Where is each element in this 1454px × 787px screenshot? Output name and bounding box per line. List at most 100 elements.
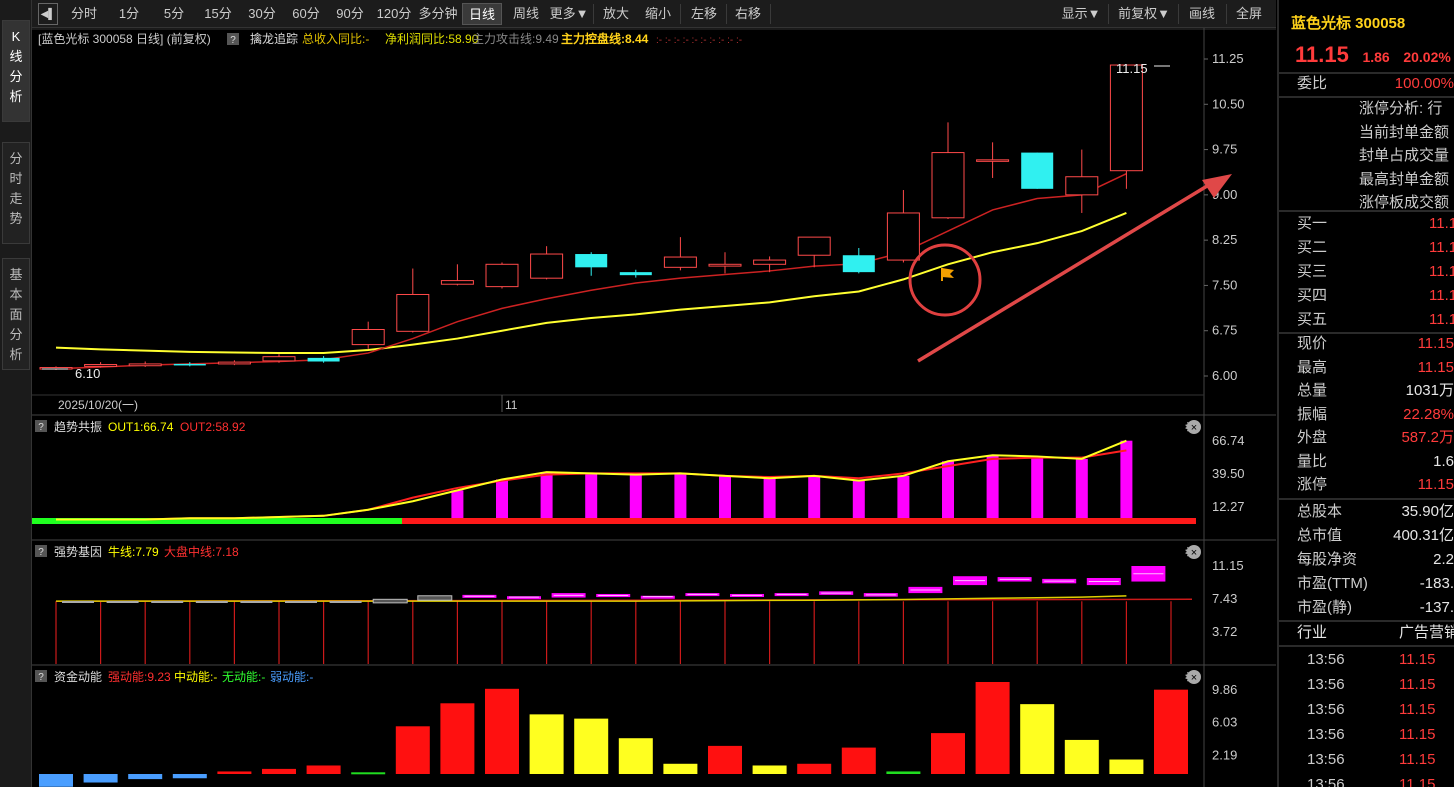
- period-30min-button[interactable]: 30分: [242, 3, 282, 25]
- tick-time: 13:56: [1307, 751, 1345, 768]
- candle-body-up: [396, 293, 430, 332]
- draw-line-button[interactable]: 画线: [1182, 3, 1222, 25]
- period-daily-button[interactable]: 日线: [462, 3, 502, 25]
- candle[interactable]: [307, 356, 340, 363]
- toolbar-divider: [680, 4, 681, 24]
- candle[interactable]: [440, 264, 474, 286]
- candle[interactable]: [708, 252, 742, 274]
- trend-bar: [451, 490, 464, 518]
- tab-kline-analysis[interactable]: K线分析: [2, 20, 30, 122]
- candle[interactable]: [976, 142, 1010, 178]
- candle[interactable]: [530, 246, 564, 280]
- zoom-in-button[interactable]: 放大: [596, 3, 636, 25]
- candle[interactable]: [128, 361, 162, 367]
- y-tick-label: 7.43: [1212, 591, 1237, 606]
- toolbar-divider: [770, 4, 771, 24]
- candle-body-up: [886, 212, 920, 261]
- candle[interactable]: [619, 269, 652, 278]
- bid-row[interactable]: 买三 11.13: [1279, 260, 1454, 284]
- tick-row: 13:56 11.15: [1279, 747, 1454, 772]
- period-more-dropdown[interactable]: 更多▼: [546, 3, 592, 25]
- y-tick-label: 11.25: [1212, 51, 1244, 66]
- bid-row[interactable]: 买五 11.11: [1279, 308, 1454, 332]
- industry-row[interactable]: 行业 广告营销: [1279, 621, 1454, 645]
- candle[interactable]: [396, 268, 430, 333]
- bid-row[interactable]: 买二 11.14: [1279, 236, 1454, 260]
- candle-body-up: [485, 263, 519, 288]
- industry-value: 广告营销: [1399, 624, 1454, 641]
- candle-body-up: [1065, 176, 1099, 196]
- close-icon-glyph: ×: [1191, 672, 1197, 684]
- close-icon-glyph: ×: [1191, 547, 1197, 559]
- candle[interactable]: [842, 247, 875, 274]
- fundamental-label: 市盈(静): [1297, 599, 1352, 616]
- tick-price: 11.15: [1399, 651, 1436, 668]
- period-90min-button[interactable]: 90分: [330, 3, 370, 25]
- tick-time: 13:56: [1307, 726, 1345, 743]
- momentum-bar: [395, 726, 430, 774]
- trend-bar: [808, 475, 821, 518]
- move-right-button[interactable]: 右移: [728, 3, 768, 25]
- trend-out2-label: OUT2:58.92: [180, 420, 246, 434]
- bid-row[interactable]: 买四 11.12: [1279, 284, 1454, 308]
- momentum-bar: [83, 774, 118, 783]
- candle[interactable]: [485, 262, 519, 289]
- candle[interactable]: [1021, 152, 1054, 189]
- candle[interactable]: [1109, 64, 1143, 189]
- candle[interactable]: [173, 362, 206, 367]
- tab-fundamental-analysis[interactable]: 基本面分析: [2, 258, 30, 370]
- bid-label: 买五: [1297, 311, 1328, 328]
- main-header-prefix: [蓝色光标 300058 日线] (前复权): [38, 31, 211, 46]
- fund-medium-label: 中动能:-: [174, 669, 217, 684]
- momentum-bar: [841, 747, 876, 774]
- stat-label: 最高: [1297, 358, 1328, 376]
- stat-value: 587.2万: [1401, 429, 1454, 446]
- candle[interactable]: [797, 236, 831, 268]
- candle[interactable]: [575, 252, 608, 276]
- adjust-mode-dropdown[interactable]: 前复权▼: [1114, 3, 1174, 25]
- zoom-out-button[interactable]: 缩小: [638, 3, 678, 25]
- period-15min-button[interactable]: 15分: [198, 3, 238, 25]
- collapse-panel-icon[interactable]: ◀▌: [38, 3, 58, 25]
- candle[interactable]: [663, 237, 697, 271]
- candle[interactable]: [1065, 149, 1099, 213]
- trend-bar: [1031, 456, 1044, 518]
- tab-intraday-trend[interactable]: 分时走势: [2, 142, 30, 244]
- industry-label: 行业: [1297, 624, 1328, 641]
- period-120min-button[interactable]: 120分: [372, 3, 416, 25]
- trend-bar: [852, 480, 865, 518]
- period-intraday-button[interactable]: 分时: [62, 3, 106, 25]
- chart-area: ? [蓝色光标 300058 日线] (前复权) 擒龙追踪 总收入同比:- 净利…: [32, 28, 1276, 787]
- chart-canvas[interactable]: ? [蓝色光标 300058 日线] (前复权) 擒龙追踪 总收入同比:- 净利…: [32, 28, 1276, 787]
- trend-bar: [629, 474, 642, 518]
- candle[interactable]: [931, 122, 965, 220]
- period-weekly-button[interactable]: 周线: [506, 3, 546, 25]
- fullscreen-button[interactable]: 全屏: [1230, 3, 1268, 25]
- momentum-bar: [1109, 759, 1144, 774]
- display-dropdown[interactable]: 显示▼: [1056, 3, 1106, 25]
- move-left-button[interactable]: 左移: [684, 3, 724, 25]
- bid-price: 11.13: [1429, 263, 1454, 280]
- period-5min-button[interactable]: 5分: [156, 3, 192, 25]
- gene-market-line-label: 大盘中线:7.18: [164, 544, 239, 559]
- quote-panel: 蓝色光标 300058 11.15 1.86 20.02% 委比 100.00%…: [1277, 0, 1454, 787]
- bid-row[interactable]: 买一 11.15: [1279, 212, 1454, 236]
- fundamental-value: -137.: [1419, 599, 1454, 616]
- y-tick-label: 3.72: [1212, 624, 1237, 639]
- candle-body-up: [708, 263, 742, 267]
- period-60min-button[interactable]: 60分: [286, 3, 326, 25]
- period-multi-min-button[interactable]: 多分钟: [416, 3, 460, 25]
- momentum-bar: [618, 738, 653, 774]
- period-1min-button[interactable]: 1分: [112, 3, 146, 25]
- stat-row: 最高 11.15: [1279, 356, 1454, 380]
- candle[interactable]: [351, 321, 385, 349]
- tick-row: 13:56 11.15: [1279, 722, 1454, 747]
- limit-up-line: 涨停分析: 行: [1359, 100, 1443, 117]
- momentum-bar: [351, 772, 386, 775]
- candle[interactable]: [217, 360, 251, 366]
- indicator-label-revenue: 总收入同比:-: [302, 32, 369, 46]
- candle[interactable]: [886, 190, 920, 263]
- candle-body-down: [619, 272, 652, 276]
- y-tick-label: 12.27: [1212, 499, 1245, 514]
- indicator-label-attack-line: 主力攻击线:9.49: [472, 32, 559, 46]
